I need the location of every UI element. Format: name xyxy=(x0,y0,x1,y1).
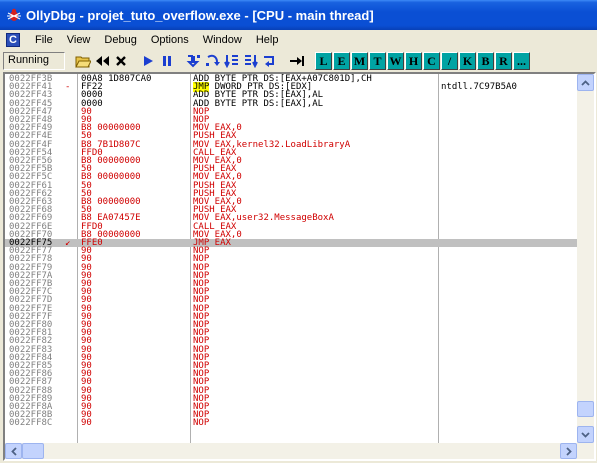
breakpoints-window-button[interactable]: B xyxy=(477,52,494,70)
menu-file[interactable]: File xyxy=(28,34,60,46)
scroll-down-button[interactable] xyxy=(577,426,594,443)
vertical-scrollbar[interactable] xyxy=(577,74,594,443)
jump-arrow: - xyxy=(65,82,71,93)
horizontal-scroll-thumb[interactable] xyxy=(22,443,44,459)
hex-dump-cell: 90 xyxy=(81,418,92,429)
close-icon[interactable] xyxy=(112,52,130,70)
open-icon[interactable] xyxy=(74,52,92,70)
chevron-up-icon xyxy=(581,79,590,86)
menu-debug[interactable]: Debug xyxy=(97,34,143,46)
instruction-text: NOP xyxy=(193,418,210,429)
run-icon[interactable] xyxy=(139,52,157,70)
step-into-icon[interactable] xyxy=(185,52,203,70)
menu-options[interactable]: Options xyxy=(144,34,196,46)
scroll-thumb[interactable] xyxy=(577,401,594,417)
cpu-window-button[interactable]: C xyxy=(423,52,440,70)
scroll-right-button[interactable] xyxy=(560,443,577,459)
toolbar: Running L E M T W H C / K B R ... xyxy=(0,50,597,72)
ollydbg-bug-icon xyxy=(7,8,21,21)
modules-window-button[interactable]: E xyxy=(333,52,350,70)
comment-cell: ntdll.7C97B5A0 xyxy=(441,82,517,93)
run-trace-window-button[interactable]: ... xyxy=(513,52,530,70)
step-over-icon[interactable] xyxy=(204,52,222,70)
trace-into-icon[interactable] xyxy=(223,52,241,70)
address-cell: 0022FF8C xyxy=(9,418,53,429)
rewind-icon[interactable] xyxy=(93,52,111,70)
chevron-left-icon xyxy=(10,446,17,456)
window-title: OllyDbg - projet_tuto_overflow.exe - [CP… xyxy=(26,7,374,23)
goto-icon[interactable] xyxy=(288,52,306,70)
trace-over-icon[interactable] xyxy=(242,52,260,70)
cpu-pane: 0022FF3B 00A8 1D807CA0 ADD BYTE PTR DS:[EA… xyxy=(3,72,596,461)
chevron-down-icon xyxy=(581,431,590,438)
memory-window-button[interactable]: M xyxy=(351,52,368,70)
horizontal-scrollbar[interactable] xyxy=(5,443,594,459)
menu-window[interactable]: Window xyxy=(196,34,249,46)
debug-status: Running xyxy=(3,52,65,70)
title-bar[interactable]: OllyDbg - projet_tuto_overflow.exe - [CP… xyxy=(0,0,597,30)
jump-arrow: ↙ xyxy=(65,238,71,248)
references-window-button[interactable]: R xyxy=(495,52,512,70)
patches-window-button[interactable]: / xyxy=(441,52,458,70)
menu-help[interactable]: Help xyxy=(249,34,286,46)
scroll-left-button[interactable] xyxy=(5,443,22,459)
handles-window-button[interactable]: H xyxy=(405,52,422,70)
disassembly-cell: NOP xyxy=(193,418,210,429)
call-stack-window-button[interactable]: K xyxy=(459,52,476,70)
log-window-button[interactable]: L xyxy=(315,52,332,70)
pause-icon[interactable] xyxy=(158,52,176,70)
execute-till-return-icon[interactable] xyxy=(261,52,279,70)
cpu-window-icon[interactable]: C xyxy=(6,33,20,47)
chevron-right-icon xyxy=(565,446,572,456)
disasm-row[interactable]: 0022FF8C 90 NOP xyxy=(5,418,577,429)
disassembly-cell: ADD BYTE PTR DS:[EAX],AL xyxy=(193,99,323,108)
menu-bar: C File View Debug Options Window Help xyxy=(0,30,597,50)
threads-window-button[interactable]: T xyxy=(369,52,386,70)
menu-view[interactable]: View xyxy=(60,34,98,46)
disassembly-view[interactable]: 0022FF3B 00A8 1D807CA0 ADD BYTE PTR DS:[EA… xyxy=(5,74,577,443)
windows-window-button[interactable]: W xyxy=(387,52,404,70)
scroll-up-button[interactable] xyxy=(577,74,594,91)
